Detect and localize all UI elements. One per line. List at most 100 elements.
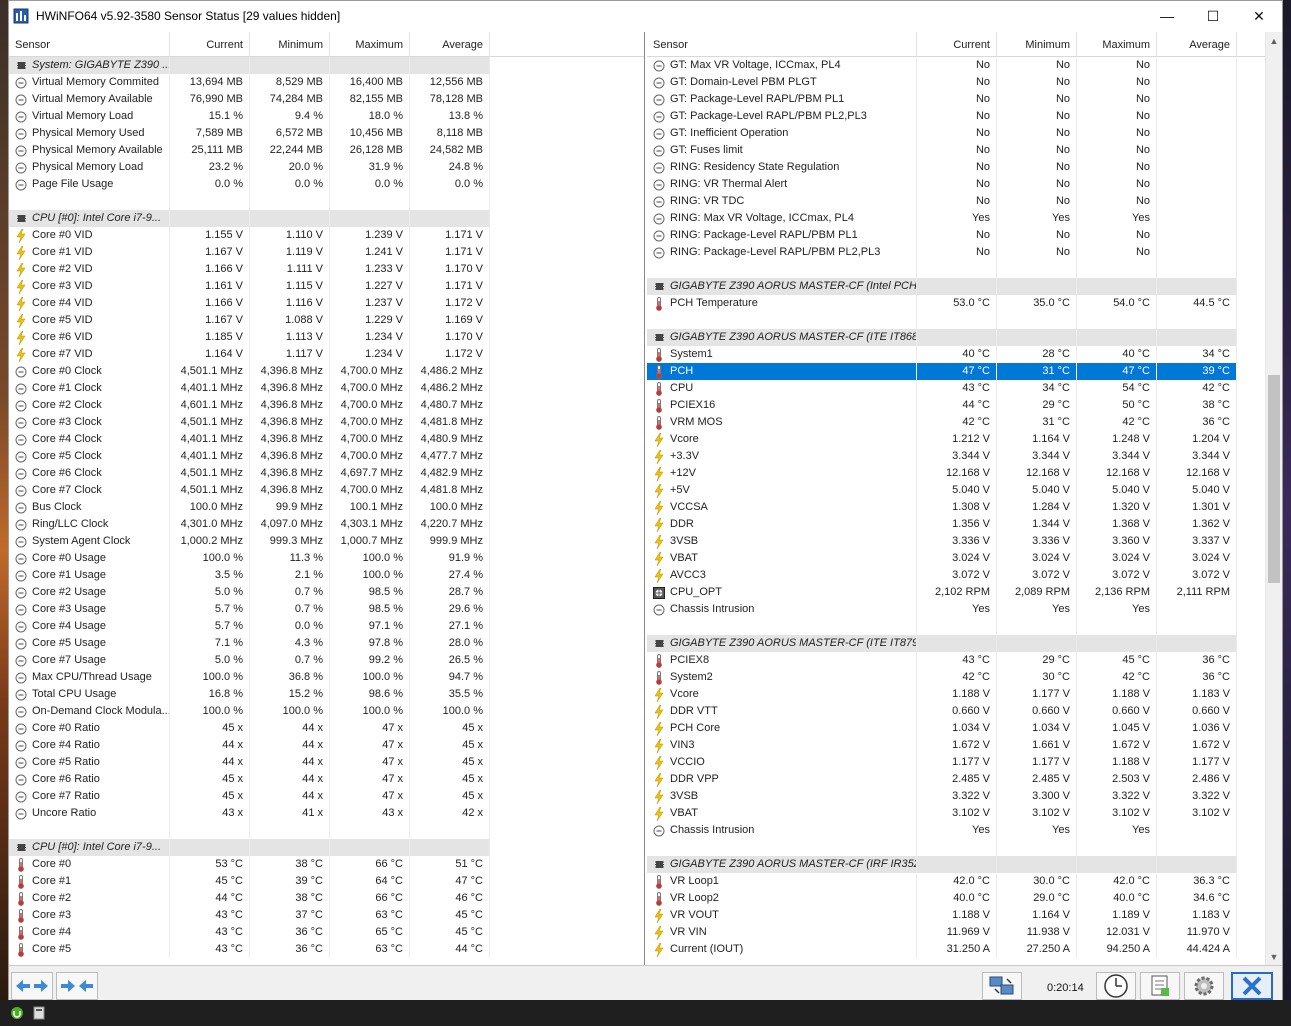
- sensor-row[interactable]: DDR VTT 0.660 V 0.660 V 0.660 V 0.660 V: [647, 703, 1282, 720]
- sensor-row[interactable]: Core #5 Clock 4,401.1 MHz 4,396.8 MHz 4,700…: [9, 448, 644, 465]
- torrent-app-icon[interactable]: [10, 1006, 24, 1020]
- sensor-row[interactable]: Total CPU Usage 16.8 % 15.2 % 98.6 % 35.5 %: [9, 686, 644, 703]
- scroll-down-arrow-icon[interactable]: ▼: [1266, 948, 1282, 965]
- sensor-row[interactable]: RING: VR TDC No No No: [647, 193, 1282, 210]
- clock-icon[interactable]: [1096, 972, 1136, 1000]
- sensor-row[interactable]: Core #1 45 °C 39 °C 64 °C 47 °C: [9, 873, 644, 890]
- sensor-row[interactable]: DDR VPP 2.485 V 2.485 V 2.503 V 2.486 V: [647, 771, 1282, 788]
- sensor-group-header[interactable]: CPU [#0]: Intel Core i7-9...: [9, 839, 644, 856]
- sensor-row[interactable]: VIN3 1.672 V 1.661 V 1.672 V 1.672 V: [647, 737, 1282, 754]
- sensor-row[interactable]: VCCIO 1.177 V 1.177 V 1.188 V 1.177 V: [647, 754, 1282, 771]
- column-header-current[interactable]: Current: [170, 32, 250, 57]
- sensor-row[interactable]: RING: Package-Level RAPL/PBM PL2,PL3 No No…: [647, 244, 1282, 261]
- sensor-row[interactable]: 3VSB 3.336 V 3.336 V 3.360 V 3.337 V: [647, 533, 1282, 550]
- sensor-row[interactable]: GT: Package-Level RAPL/PBM PL1 No No No: [647, 91, 1282, 108]
- sensor-row[interactable]: Core #4 Clock 4,401.1 MHz 4,396.8 MHz 4,700…: [9, 431, 644, 448]
- sensor-row[interactable]: AVCC3 3.072 V 3.072 V 3.072 V 3.072 V: [647, 567, 1282, 584]
- sensor-group-header[interactable]: GIGABYTE Z390 AORUS MASTER-CF (Intel PCH…: [647, 278, 1282, 295]
- sensor-group-header[interactable]: GIGABYTE Z390 AORUS MASTER-CF (ITE IT868…: [647, 329, 1282, 346]
- sensor-row[interactable]: Core #0 53 °C 38 °C 66 °C 51 °C: [9, 856, 644, 873]
- close-button[interactable]: ✕: [1236, 1, 1282, 31]
- sensor-row[interactable]: Core #7 Ratio 45 x 44 x 47 x 45 x: [9, 788, 644, 805]
- vertical-scrollbar[interactable]: ▲ ▼: [1265, 32, 1282, 965]
- sensor-row[interactable]: +5V 5.040 V 5.040 V 5.040 V 5.040 V: [647, 482, 1282, 499]
- sensor-row[interactable]: Core #7 Usage 5.0 % 0.7 % 99.2 % 26.5 %: [9, 652, 644, 669]
- sensor-row[interactable]: System2 42 °C 30 °C 42 °C 36 °C: [647, 669, 1282, 686]
- sensor-row[interactable]: Core #3 43 °C 37 °C 63 °C 45 °C: [9, 907, 644, 924]
- sensor-row[interactable]: Core #1 Usage 3.5 % 2.1 % 100.0 % 27.4 %: [9, 567, 644, 584]
- close-sensors-button[interactable]: [1231, 972, 1273, 1000]
- sensor-row[interactable]: VBAT 3.024 V 3.024 V 3.024 V 3.024 V: [647, 550, 1282, 567]
- sensor-row[interactable]: Page File Usage 0.0 % 0.0 % 0.0 % 0.0 %: [9, 176, 644, 193]
- sensor-row[interactable]: Core #2 44 °C 38 °C 66 °C 46 °C: [9, 890, 644, 907]
- sensor-row[interactable]: VRM MOS 42 °C 31 °C 42 °C 36 °C: [647, 414, 1282, 431]
- column-header-maximum[interactable]: Maximum: [330, 32, 410, 57]
- sensor-row[interactable]: Vcore 1.188 V 1.177 V 1.188 V 1.183 V: [647, 686, 1282, 703]
- sensor-row[interactable]: Core #0 Usage 100.0 % 11.3 % 100.0 % 91.9 %: [9, 550, 644, 567]
- sensor-row[interactable]: VR Loop1 42.0 °C 30.0 °C 42.0 °C 36.3 °C: [647, 873, 1282, 890]
- sensor-row[interactable]: Core #6 Ratio 45 x 44 x 47 x 45 x: [9, 771, 644, 788]
- sensor-row[interactable]: Uncore Ratio 43 x 41 x 43 x 42 x: [9, 805, 644, 822]
- title-bar[interactable]: HWiNFO64 v5.92-3580 Sensor Status [29 va…: [9, 1, 1282, 31]
- column-header-average[interactable]: Average: [1157, 32, 1237, 57]
- sensor-row[interactable]: Physical Memory Available 25,111 MB 22,244…: [9, 142, 644, 159]
- sensor-row[interactable]: GT: Domain-Level PBM PLGT No No No: [647, 74, 1282, 91]
- sensor-row[interactable]: RING: Package-Level RAPL/PBM PL1 No No No: [647, 227, 1282, 244]
- sensor-row[interactable]: RING: VR Thermal Alert No No No: [647, 176, 1282, 193]
- sensor-group-header[interactable]: System: GIGABYTE Z390 ...: [9, 57, 644, 74]
- sensor-row[interactable]: +12V 12.168 V 12.168 V 12.168 V 12.168 V: [647, 465, 1282, 482]
- sensor-row[interactable]: Core #6 VID 1.185 V 1.113 V 1.234 V 1.170 V: [9, 329, 644, 346]
- sensor-row[interactable]: Physical Memory Load 23.2 % 20.0 % 31.9 % 24…: [9, 159, 644, 176]
- sensor-row[interactable]: Virtual Memory Load 15.1 % 9.4 % 18.0 % 13.8…: [9, 108, 644, 125]
- column-header-sensor[interactable]: Sensor: [647, 32, 917, 57]
- sensor-row[interactable]: Core #3 VID 1.161 V 1.115 V 1.227 V 1.171 V: [9, 278, 644, 295]
- sensor-group-header[interactable]: GIGABYTE Z390 AORUS MASTER-CF (IRF IR352…: [647, 856, 1282, 873]
- sensor-group-header[interactable]: GIGABYTE Z390 AORUS MASTER-CF (ITE IT879…: [647, 635, 1282, 652]
- sensor-row[interactable]: VR VIN 11.969 V 11.938 V 12.031 V 11.970 V: [647, 924, 1282, 941]
- sensor-row[interactable]: DDR 1.356 V 1.344 V 1.368 V 1.362 V: [647, 516, 1282, 533]
- sensor-row[interactable]: Core #5 Usage 7.1 % 4.3 % 97.8 % 28.0 %: [9, 635, 644, 652]
- sensor-row[interactable]: CPU_OPT 2,102 RPM 2,089 RPM 2,136 RPM 2,111 …: [647, 584, 1282, 601]
- sensor-row[interactable]: Physical Memory Used 7,589 MB 6,572 MB 10,4…: [9, 125, 644, 142]
- sensor-row[interactable]: Current (IOUT) 31.250 A 27.250 A 94.250 A 44…: [647, 941, 1282, 958]
- sensor-row[interactable]: Core #0 Clock 4,501.1 MHz 4,396.8 MHz 4,700…: [9, 363, 644, 380]
- sensor-row[interactable]: PCH Temperature 53.0 °C 35.0 °C 54.0 °C 44.5…: [647, 295, 1282, 312]
- sensor-row[interactable]: Bus Clock 100.0 MHz 99.9 MHz 100.1 MHz 100.0…: [9, 499, 644, 516]
- sensor-row[interactable]: Core #2 VID 1.166 V 1.111 V 1.233 V 1.170 V: [9, 261, 644, 278]
- network-icon[interactable]: [982, 972, 1022, 1000]
- sensor-row[interactable]: +3.3V 3.344 V 3.344 V 3.344 V 3.344 V: [647, 448, 1282, 465]
- sensor-row[interactable]: PCIEX8 43 °C 29 °C 45 °C 36 °C: [647, 652, 1282, 669]
- column-header-minimum[interactable]: Minimum: [250, 32, 330, 57]
- scrollbar-thumb[interactable]: [1268, 375, 1280, 583]
- sensor-row[interactable]: VR Loop2 40.0 °C 29.0 °C 40.0 °C 34.6 °C: [647, 890, 1282, 907]
- scroll-up-arrow-icon[interactable]: ▲: [1266, 32, 1282, 49]
- sensor-panel-right[interactable]: Sensor Current Minimum Maximum Average G…: [647, 32, 1282, 965]
- sensor-row[interactable]: Core #0 Ratio 45 x 44 x 47 x 45 x: [9, 720, 644, 737]
- sensor-row[interactable]: Core #4 43 °C 36 °C 65 °C 45 °C: [9, 924, 644, 941]
- sensor-row[interactable]: Core #5 43 °C 36 °C 63 °C 44 °C: [9, 941, 644, 958]
- sensor-row[interactable]: GT: Package-Level RAPL/PBM PL2,PL3 No No No: [647, 108, 1282, 125]
- column-header-minimum[interactable]: Minimum: [997, 32, 1077, 57]
- settings-gear-icon[interactable]: [1184, 972, 1224, 1000]
- sensor-row[interactable]: GT: Fuses limit No No No: [647, 142, 1282, 159]
- sensor-row[interactable]: PCIEX16 44 °C 29 °C 50 °C 38 °C: [647, 397, 1282, 414]
- sensor-row[interactable]: PCH 47 °C 31 °C 47 °C 39 °C: [647, 363, 1282, 380]
- sensor-row[interactable]: Core #5 Ratio 44 x 44 x 47 x 45 x: [9, 754, 644, 771]
- sensor-row[interactable]: VBAT 3.102 V 3.102 V 3.102 V 3.102 V: [647, 805, 1282, 822]
- report-icon[interactable]: [1140, 972, 1180, 1000]
- sensor-row[interactable]: Core #3 Clock 4,501.1 MHz 4,396.8 MHz 4,700…: [9, 414, 644, 431]
- sensor-row[interactable]: Core #0 VID 1.155 V 1.110 V 1.239 V 1.171 V: [9, 227, 644, 244]
- sensor-row[interactable]: Core #2 Usage 5.0 % 0.7 % 98.5 % 28.7 %: [9, 584, 644, 601]
- sensor-row[interactable]: Core #5 VID 1.167 V 1.088 V 1.229 V 1.169 V: [9, 312, 644, 329]
- sensor-row[interactable]: Core #7 Clock 4,501.1 MHz 4,396.8 MHz 4,700…: [9, 482, 644, 499]
- sensor-row[interactable]: Vcore 1.212 V 1.164 V 1.248 V 1.204 V: [647, 431, 1282, 448]
- sensor-row[interactable]: Max CPU/Thread Usage 100.0 % 36.8 % 100.0 %…: [9, 669, 644, 686]
- sensor-row[interactable]: 3VSB 3.322 V 3.300 V 3.322 V 3.322 V: [647, 788, 1282, 805]
- sensor-row[interactable]: CPU 43 °C 34 °C 54 °C 42 °C: [647, 380, 1282, 397]
- sensor-row[interactable]: VR VOUT 1.188 V 1.164 V 1.189 V 1.183 V: [647, 907, 1282, 924]
- sensor-panel-left[interactable]: Sensor Current Minimum Maximum Average S…: [9, 32, 645, 965]
- sensor-row[interactable]: VCCSA 1.308 V 1.284 V 1.320 V 1.301 V: [647, 499, 1282, 516]
- column-header-current[interactable]: Current: [917, 32, 997, 57]
- sensor-row[interactable]: GT: Inefficient Operation No No No: [647, 125, 1282, 142]
- maximize-button[interactable]: ☐: [1190, 1, 1236, 31]
